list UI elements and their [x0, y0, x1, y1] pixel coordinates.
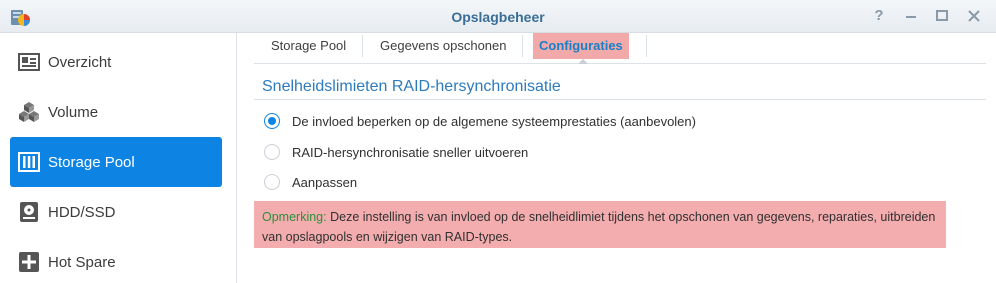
- note-text: Deze instelling is van invloed op de sne…: [262, 210, 936, 244]
- tab-separator: [522, 35, 523, 57]
- sidebar-item-label: Volume: [48, 103, 99, 121]
- sidebar-item-label: Storage Pool: [48, 153, 135, 171]
- radio-button-checked[interactable]: [264, 113, 280, 129]
- sidebar: Overzicht Volume Storage Pool HDD/SSD Ho…: [0, 33, 237, 283]
- sidebar-item-overzicht[interactable]: Overzicht: [10, 37, 222, 87]
- section-title: Snelheidslimieten RAID-hersynchronisatie: [262, 78, 561, 95]
- sidebar-item-volume[interactable]: Volume: [10, 87, 222, 137]
- radio-button[interactable]: [264, 144, 280, 160]
- sidebar-item-label: Overzicht: [48, 53, 112, 71]
- section-divider: [254, 99, 986, 100]
- radio-label: Aanpassen: [292, 174, 358, 190]
- sidebar-item-label: HDD/SSD: [48, 203, 116, 221]
- sidebar-item-hot-spare[interactable]: Hot Spare: [10, 237, 222, 283]
- note-prefix: Opmerking:: [262, 210, 327, 224]
- tab-storage-pool[interactable]: Storage Pool: [265, 33, 352, 59]
- radio-button[interactable]: [264, 174, 280, 190]
- sidebar-item-label: Hot Spare: [48, 253, 116, 271]
- sidebar-item-hdd-ssd[interactable]: HDD/SSD: [10, 187, 222, 237]
- help-icon[interactable]: ?: [870, 7, 888, 25]
- active-tab-caret: [578, 59, 588, 64]
- tab-bar: Storage Pool Gegevens opschonen Configur…: [254, 33, 986, 64]
- close-icon[interactable]: [965, 7, 983, 25]
- radio-option-faster-resync[interactable]: RAID-hersynchronisatie sneller uitvoeren: [264, 143, 528, 161]
- window-title: Opslagbeheer: [451, 9, 545, 25]
- hdd-icon: [20, 202, 38, 222]
- storage-pool-icon: [18, 152, 40, 172]
- tab-gegevens-opschonen[interactable]: Gegevens opschonen: [374, 33, 512, 59]
- tab-separator: [646, 35, 647, 57]
- radio-option-limit-impact[interactable]: De invloed beperken op de algemene syste…: [264, 112, 696, 130]
- title-bar: Opslagbeheer ?: [0, 0, 996, 33]
- volume-cubes-icon: [19, 102, 39, 122]
- radio-option-customize[interactable]: Aanpassen: [264, 173, 357, 191]
- tab-configuraties[interactable]: Configuraties: [533, 33, 629, 59]
- note-box: Opmerking: Deze instelling is van invloe…: [254, 201, 946, 248]
- radio-label: De invloed beperken op de algemene syste…: [292, 113, 696, 129]
- overview-icon: [18, 53, 40, 71]
- maximize-icon[interactable]: [933, 7, 951, 25]
- radio-label: RAID-hersynchronisatie sneller uitvoeren: [292, 144, 529, 160]
- sidebar-item-storage-pool[interactable]: Storage Pool: [10, 137, 222, 187]
- hot-spare-icon: [19, 252, 39, 272]
- minimize-icon[interactable]: [902, 7, 920, 25]
- tab-separator: [362, 35, 363, 57]
